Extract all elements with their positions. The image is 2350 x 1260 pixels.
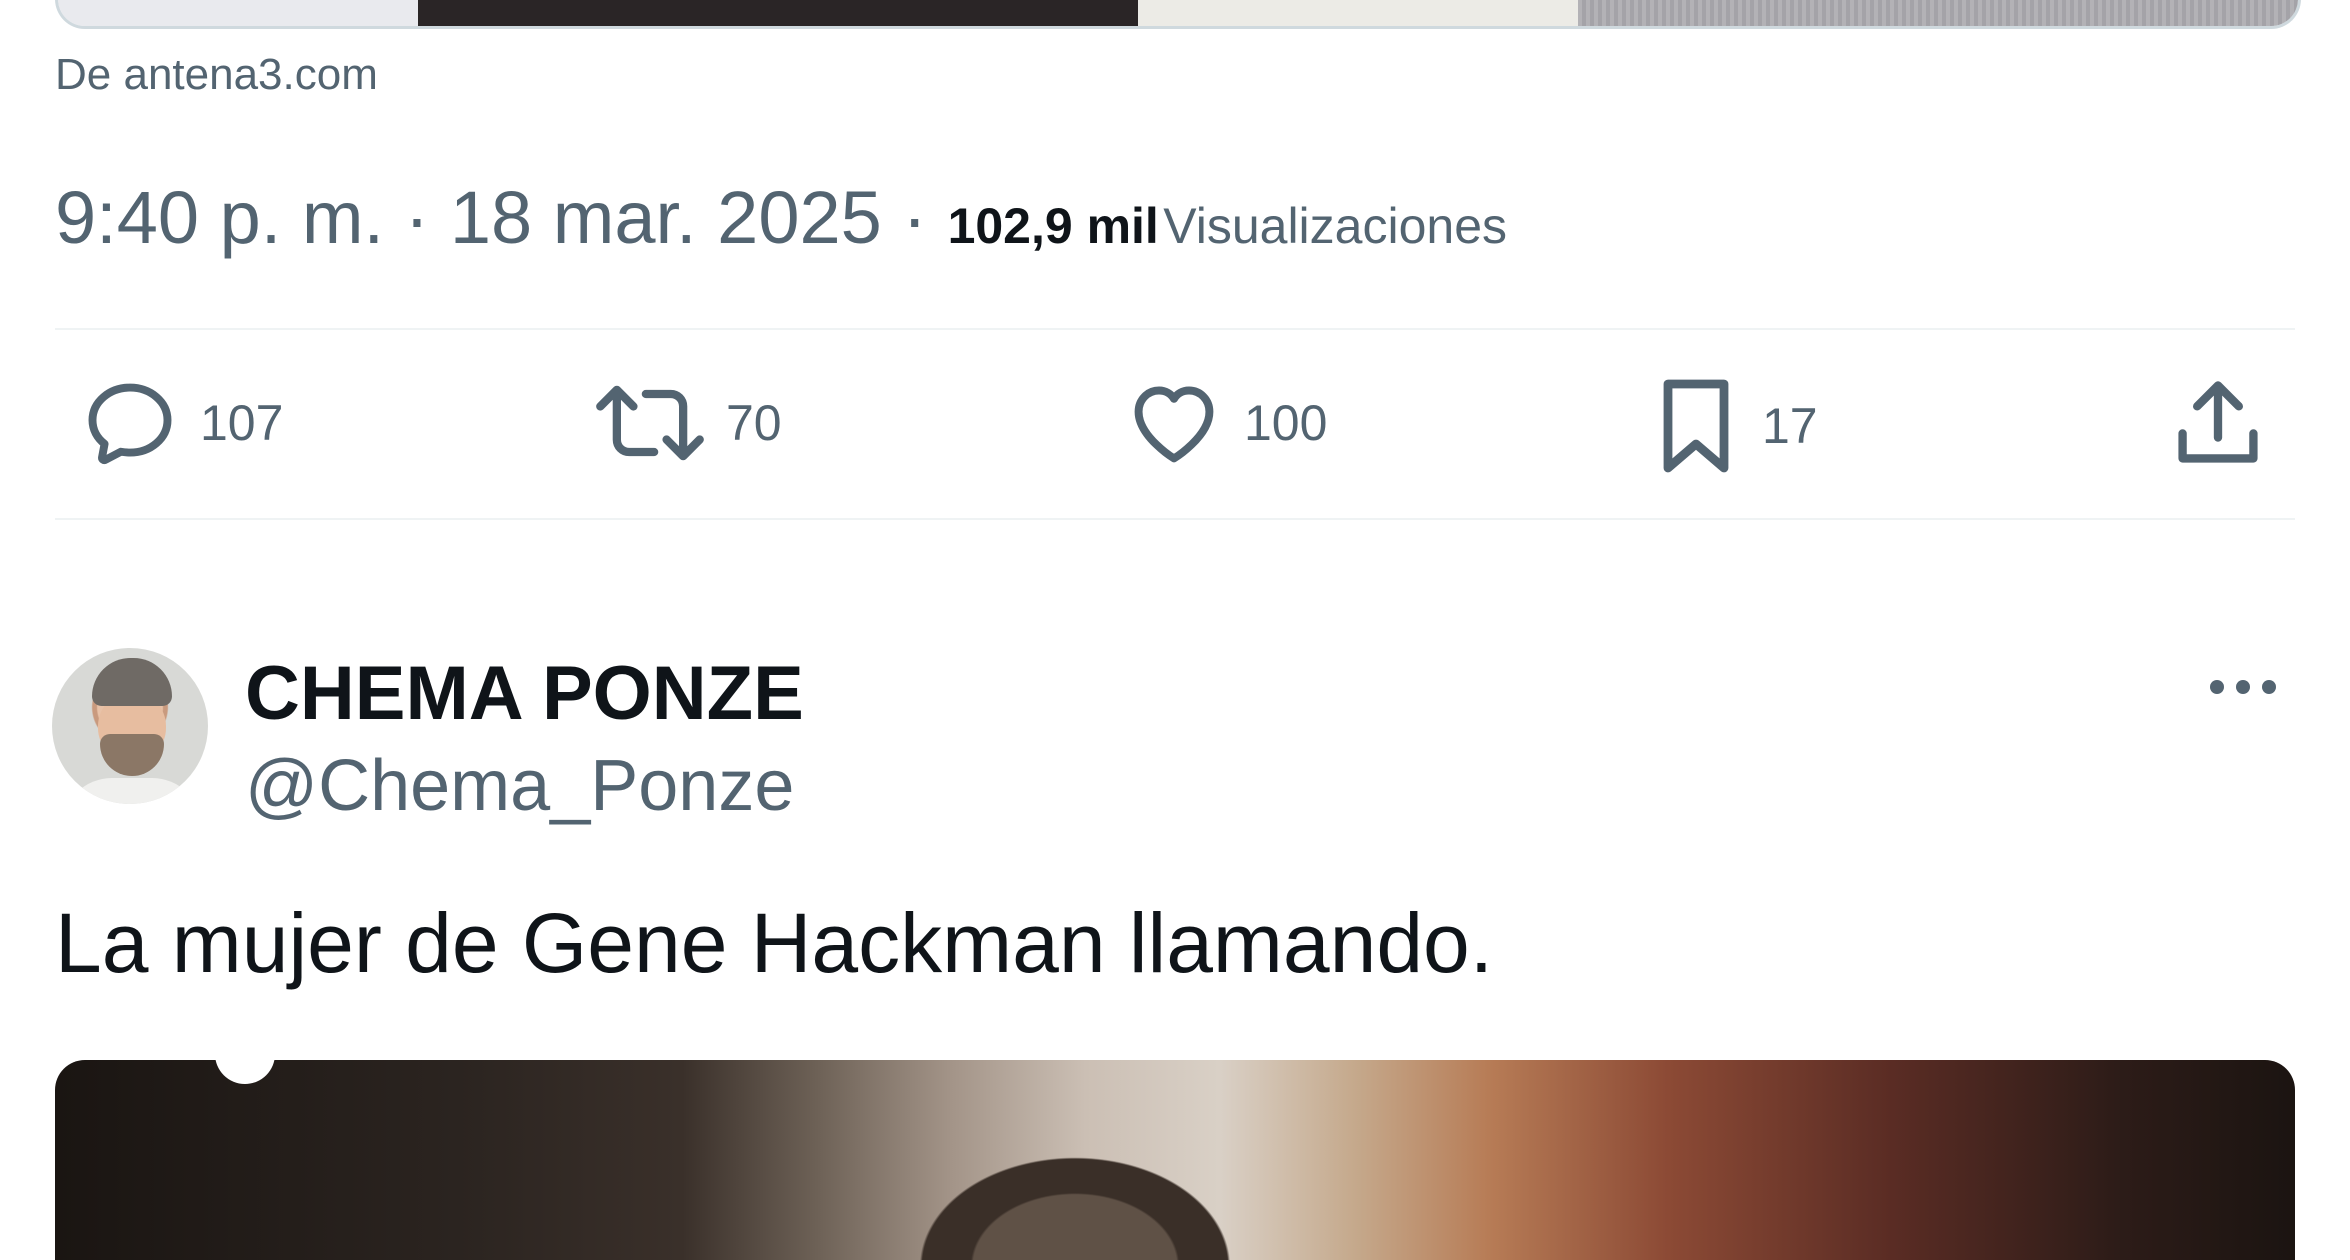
divider xyxy=(55,518,2295,520)
reply-count: 107 xyxy=(200,395,284,451)
previous-tweet-media[interactable] xyxy=(55,0,2301,29)
more-dot xyxy=(2262,680,2276,694)
share-button[interactable] xyxy=(2168,373,2268,473)
user-handle[interactable]: @Chema_Ponze xyxy=(245,745,794,827)
media-indicator xyxy=(215,1060,275,1084)
media-segment xyxy=(1138,0,1578,26)
separator-dot: · xyxy=(881,176,948,259)
views-label: Visualizaciones xyxy=(1163,198,1508,254)
retweet-count: 70 xyxy=(726,395,782,451)
avatar-beard xyxy=(100,734,164,776)
more-dot xyxy=(2210,680,2224,694)
share-icon xyxy=(2178,381,2258,463)
divider xyxy=(55,328,2295,330)
tweet-meta: 9:40 p. m. · 18 mar. 2025 · 102,9 mil Vi… xyxy=(55,175,1507,260)
like-button[interactable]: 100 xyxy=(1122,373,1327,473)
media-segment xyxy=(1578,0,2298,26)
retweet-icon xyxy=(596,385,704,461)
media-segment xyxy=(58,0,418,26)
reply-button[interactable]: 107 xyxy=(78,373,283,473)
media-subject xyxy=(895,1140,1255,1260)
link-source[interactable]: De antena3.com xyxy=(55,50,378,100)
tweet-text: La mujer de Gene Hackman llamando. xyxy=(55,896,1494,990)
tweet-media[interactable] xyxy=(55,1060,2295,1260)
views-count: 102,9 mil xyxy=(947,198,1159,254)
tweet-timestamp[interactable]: 9:40 p. m. · 18 mar. 2025 xyxy=(55,176,882,259)
avatar-hair xyxy=(92,658,172,706)
reply-icon xyxy=(88,383,172,465)
display-name[interactable]: CHEMA PONZE xyxy=(245,650,804,737)
media-segment xyxy=(418,0,1138,26)
retweet-button[interactable]: 70 xyxy=(592,373,782,473)
more-options-icon[interactable] xyxy=(2210,680,2276,694)
more-dot xyxy=(2236,680,2250,694)
bookmark-icon xyxy=(1663,379,1729,473)
avatar-shirt xyxy=(62,778,202,804)
avatar[interactable] xyxy=(52,648,208,804)
like-count: 100 xyxy=(1244,395,1328,451)
bookmark-count: 17 xyxy=(1762,398,1818,454)
bookmark-button[interactable]: 17 xyxy=(1648,373,1818,479)
heart-icon xyxy=(1134,386,1214,463)
